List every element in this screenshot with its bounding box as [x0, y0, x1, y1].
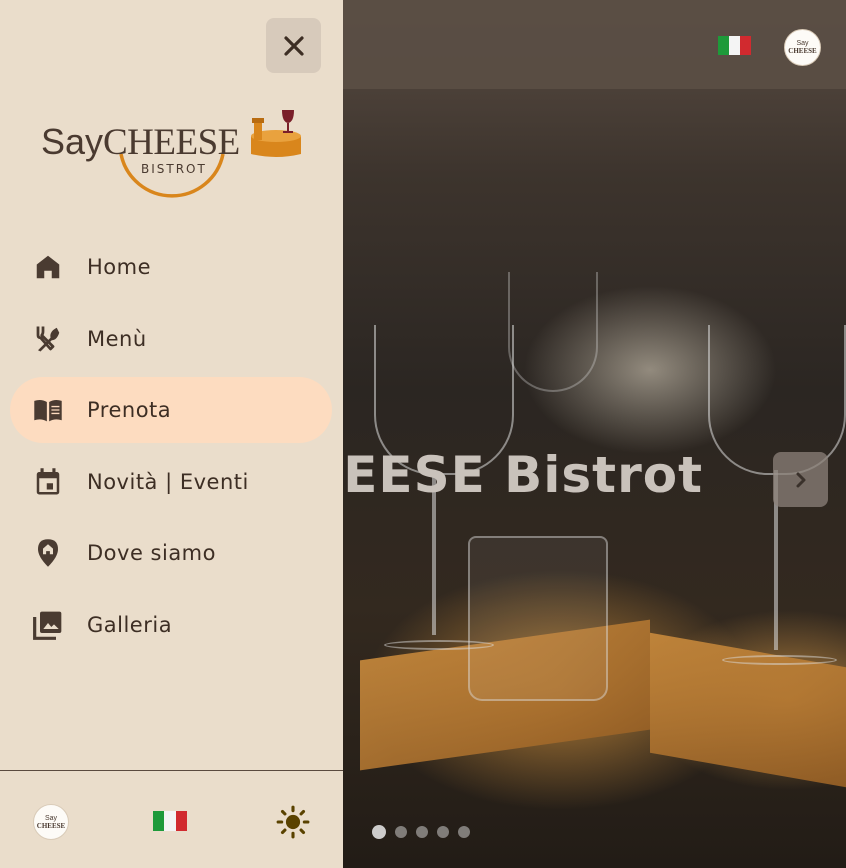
nav-item-label: Menù — [87, 326, 147, 351]
carousel-next-button[interactable] — [773, 452, 828, 507]
calendar-event-icon — [32, 466, 64, 498]
footer-logo-cheese: CHEESE — [36, 821, 66, 830]
nav-item-dove-siamo[interactable]: Dove siamo — [10, 520, 332, 586]
drawer-footer-divider — [0, 770, 343, 771]
photo-library-icon — [32, 609, 64, 641]
hero-glass-2-base — [722, 655, 837, 665]
logo-bistrot-text: BISTROT — [141, 162, 207, 176]
nav-item-label: Galleria — [87, 612, 173, 637]
location-pin-icon — [32, 537, 64, 569]
chevron-right-icon — [796, 472, 805, 487]
nav-item-home[interactable]: Home — [10, 234, 332, 300]
close-icon — [283, 35, 304, 56]
hero-tumbler — [468, 536, 608, 701]
book-icon — [32, 394, 64, 426]
nav-item-menu[interactable]: Menù — [10, 306, 332, 372]
nav-item-label: Prenota — [87, 398, 172, 422]
carousel-dot[interactable] — [395, 826, 407, 838]
theme-toggle-button[interactable] — [275, 804, 311, 840]
italy-flag-icon[interactable] — [153, 811, 187, 831]
logo-say-text: Say — [41, 121, 104, 162]
footer-logo-say: Say — [44, 814, 58, 822]
hero-title: EESE Bistrot — [343, 446, 703, 504]
hero-top-bar — [343, 0, 846, 89]
nav-item-eventi[interactable]: Novità | Eventi — [10, 449, 332, 515]
cheese-wine-icon — [251, 110, 301, 157]
home-icon — [32, 251, 64, 283]
nav-item-label: Dove siamo — [87, 541, 216, 565]
carousel-dot[interactable] — [437, 826, 449, 838]
header-logo-cheese: CHEESE — [788, 47, 817, 55]
carousel-dot[interactable] — [416, 826, 428, 838]
nav-item-galleria[interactable]: Galleria — [10, 592, 332, 658]
header-logo-say: Say — [796, 40, 809, 47]
nav-item-label: Novità | Eventi — [87, 469, 249, 494]
close-drawer-button[interactable] — [266, 18, 321, 73]
navigation-drawer: Say CHEESE BISTROT Home Menù Prenota Nov… — [0, 0, 343, 868]
nav-item-prenota[interactable]: Prenota — [10, 377, 332, 443]
carousel-indicators — [372, 825, 470, 839]
italy-flag-icon[interactable] — [718, 36, 751, 55]
nav-item-label: Home — [87, 255, 152, 279]
logo-cheese-text: CHEESE — [103, 122, 240, 163]
utensils-icon — [32, 323, 64, 355]
hero-glass-3 — [508, 272, 598, 392]
carousel-dot[interactable] — [458, 826, 470, 838]
header-logo[interactable]: Say CHEESE — [784, 29, 821, 66]
footer-logo[interactable]: Say CHEESE — [33, 804, 69, 840]
carousel-dot[interactable] — [372, 825, 386, 839]
hero-title-container: EESE Bistrot — [343, 446, 763, 516]
sun-icon — [276, 805, 310, 839]
drawer-nav: Home Menù Prenota Novità | Eventi Dove s… — [10, 234, 332, 663]
brand-logo[interactable]: Say CHEESE BISTROT — [36, 104, 306, 214]
